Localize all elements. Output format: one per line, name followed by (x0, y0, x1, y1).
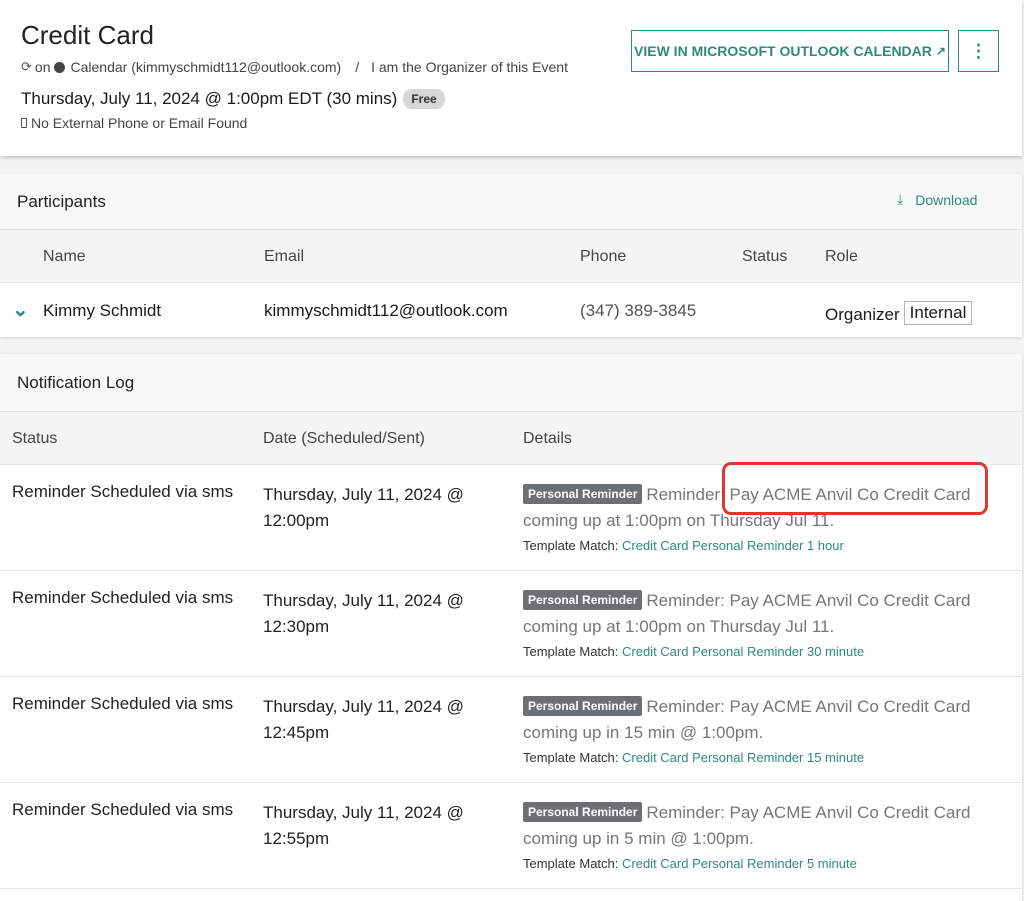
view-in-outlook-button[interactable]: VIEW IN MICROSOFT OUTLOOK CALENDAR ↗ (631, 30, 949, 72)
event-header: Credit Card ⟳ on Calendar (kimmyschmidt1… (0, 0, 1022, 156)
table-row: Reminder Scheduled via sms Thursday, Jul… (0, 677, 1022, 783)
notification-date: Thursday, July 11, 2024 @ 12:55pm (263, 803, 464, 848)
template-prefix: Template Match: (523, 644, 619, 659)
phone-note: No External Phone or Email Found (31, 115, 248, 131)
notification-details: Personal Reminder Reminder: Pay ACME Anvi… (523, 800, 983, 852)
notification-date: Thursday, July 11, 2024 @ 12:00pm (263, 485, 464, 530)
column-status: Status (12, 430, 58, 447)
template-prefix: Template Match: (523, 538, 619, 553)
organizer-note: I am the Organizer of this Event (371, 59, 568, 75)
sync-icon: ⟳ (21, 59, 32, 74)
notification-log-heading: Notification Log (17, 373, 135, 392)
external-link-icon: ↗ (935, 44, 946, 58)
template-link[interactable]: Credit Card Personal Reminder 15 minute (622, 750, 864, 765)
notification-status: Reminder Scheduled via sms (12, 482, 234, 501)
participant-email: kimmyschmidt112@outlook.com (264, 301, 508, 320)
notification-log-header: Notification Log (0, 354, 1022, 412)
phone-note-row: No External Phone or Email Found (21, 115, 247, 131)
table-row: Reminder Scheduled via sms Thursday, Jul… (0, 783, 1022, 889)
event-datetime-row: Thursday, July 11, 2024 @ 1:00pm EDT (30… (21, 89, 445, 109)
internal-badge: Internal (903, 301, 973, 325)
event-datetime: Thursday, July 11, 2024 @ 1:00pm EDT (30… (21, 89, 398, 108)
personal-reminder-badge: Personal Reminder (523, 484, 643, 504)
template-link[interactable]: Credit Card Personal Reminder 1 hour (622, 538, 844, 553)
calendar-dot-icon (54, 61, 66, 73)
template-match: Template Match: Credit Card Personal Rem… (523, 538, 844, 553)
notification-status: Reminder Scheduled via sms (12, 694, 234, 713)
notification-details: Personal Reminder Reminder: Pay ACME Anvi… (523, 588, 983, 640)
download-button[interactable]: ⤓ Download (897, 191, 977, 208)
column-date: Date (Scheduled/Sent) (263, 430, 425, 447)
participant-role-cell: Organizer Internal (825, 301, 973, 325)
personal-reminder-badge: Personal Reminder (523, 802, 643, 822)
column-phone: Phone (580, 248, 627, 265)
personal-reminder-badge: Personal Reminder (523, 590, 643, 610)
participant-role: Organizer (825, 305, 900, 324)
participants-column-header: Name Email Phone Status Role (0, 230, 1022, 283)
event-meta: ⟳ on Calendar (kimmyschmidt112@outlook.c… (21, 59, 568, 75)
notification-date: Thursday, July 11, 2024 @ 12:30pm (263, 591, 464, 636)
notification-details: Personal Reminder Reminder: Pay ACME Anvi… (523, 694, 983, 746)
template-match: Template Match: Credit Card Personal Rem… (523, 856, 857, 871)
table-row: Reminder Scheduled via sms Thursday, Jul… (0, 571, 1022, 677)
availability-badge: Free (403, 89, 445, 109)
view-in-outlook-label: VIEW IN MICROSOFT OUTLOOK CALENDAR (634, 43, 932, 59)
personal-reminder-badge: Personal Reminder (523, 696, 643, 716)
column-email: Email (264, 248, 305, 265)
meta-separator: / (355, 59, 360, 75)
template-prefix: Template Match: (523, 856, 619, 871)
notification-status: Reminder Scheduled via sms (12, 800, 234, 819)
chevron-down-icon[interactable]: ⌄ (12, 297, 29, 322)
template-prefix: Template Match: (523, 750, 619, 765)
table-row: ⌄ Kimmy Schmidt kimmyschmidt112@outlook.… (0, 283, 1022, 337)
template-match: Template Match: Credit Card Personal Rem… (523, 750, 864, 765)
template-link[interactable]: Credit Card Personal Reminder 5 minute (622, 856, 857, 871)
calendar-name: Calendar (kimmyschmidt112@outlook.com) (70, 59, 342, 75)
more-options-button[interactable]: ⋮ (958, 30, 999, 72)
notification-column-header: Status Date (Scheduled/Sent) Details (0, 412, 1022, 465)
sync-status: on (34, 59, 51, 75)
download-label: Download (915, 191, 978, 208)
participants-card: Participants ⤓ Download Name Email Phone… (0, 174, 1022, 337)
column-role: Role (825, 248, 858, 265)
participant-phone: (347) 389-3845 (580, 301, 697, 320)
column-name: Name (43, 248, 86, 265)
template-link[interactable]: Credit Card Personal Reminder 30 minute (622, 644, 864, 659)
notification-log-card: Notification Log Status Date (Scheduled/… (0, 354, 1022, 901)
notification-date: Thursday, July 11, 2024 @ 12:45pm (263, 697, 464, 742)
page-title: Credit Card (21, 20, 154, 50)
column-details: Details (523, 430, 572, 447)
column-status: Status (742, 248, 788, 265)
notification-status: Reminder Scheduled via sms (12, 588, 234, 607)
participant-name: Kimmy Schmidt (43, 301, 162, 320)
template-match: Template Match: Credit Card Personal Rem… (523, 644, 864, 659)
participants-heading: Participants (17, 192, 106, 211)
phone-icon (21, 118, 27, 128)
highlight-annotation (722, 462, 988, 515)
download-icon: ⤓ (897, 191, 904, 207)
participants-header: Participants ⤓ Download (0, 174, 1022, 230)
